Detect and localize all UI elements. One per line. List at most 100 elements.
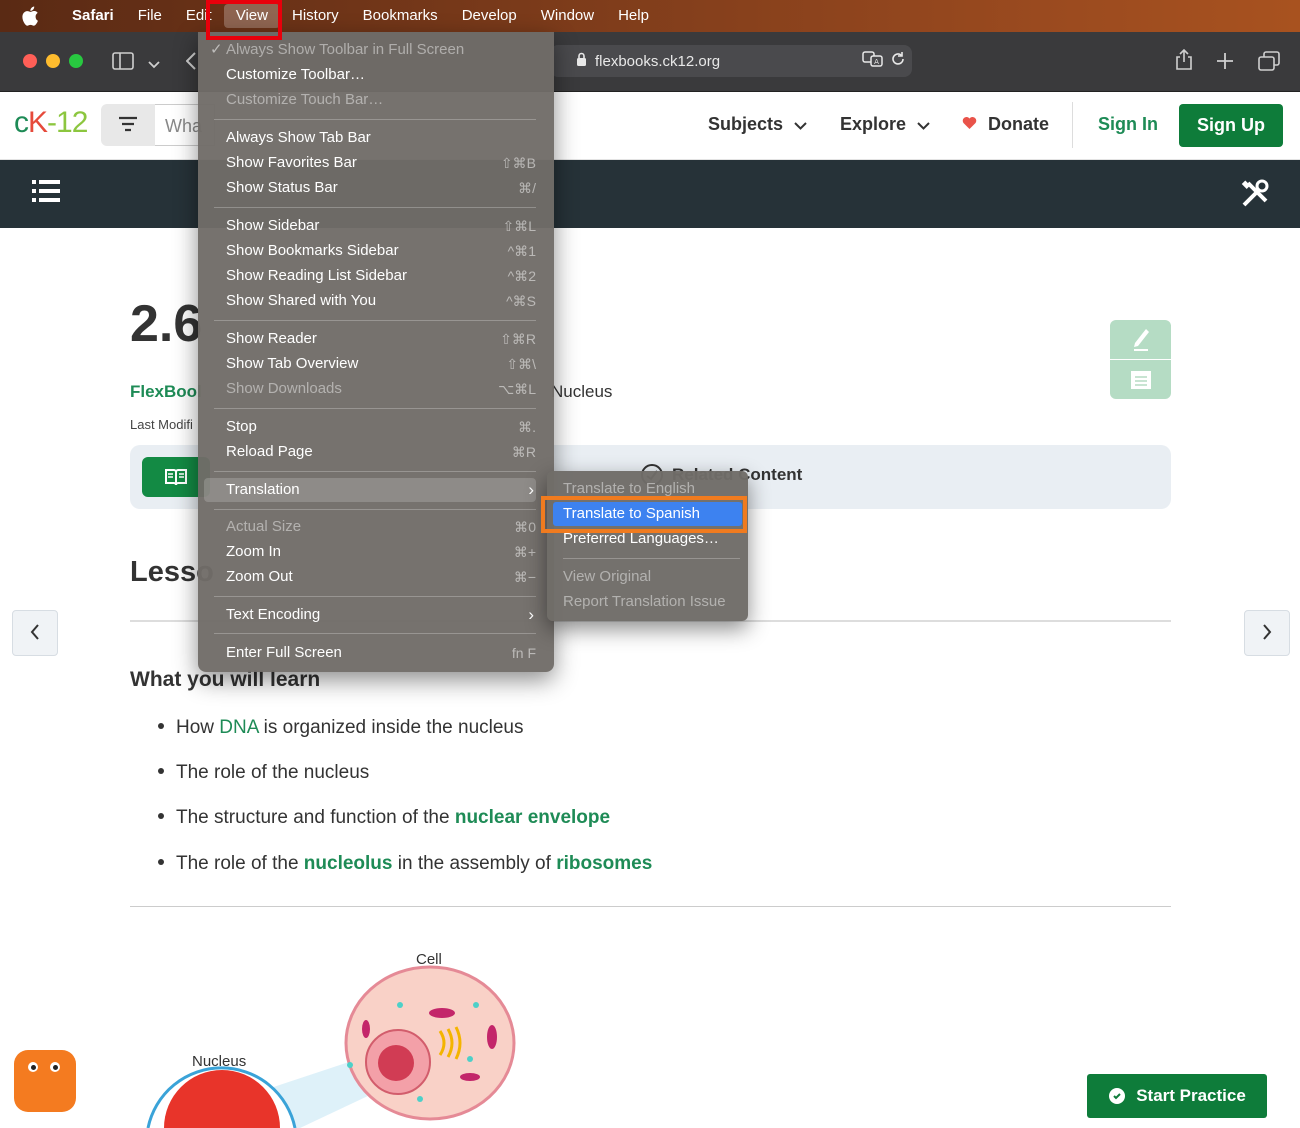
menu-item-show-reading-list-sidebar[interactable]: Show Reading List Sidebar ^⌘2 [204,264,536,288]
list-item: How DNA is organized inside the nucleus [158,717,523,739]
apple-icon[interactable] [22,6,40,26]
lock-icon [576,52,587,71]
chevron-down-icon [794,122,807,130]
page-heading: 2.6 [130,295,203,353]
menu-item-show-tab-overview[interactable]: Show Tab Overview ⇧⌘\ [204,352,536,376]
menu-item-show-bookmarks-sidebar[interactable]: Show Bookmarks Sidebar ^⌘1 [204,239,536,263]
chevron-down-icon[interactable] [148,56,160,74]
zoom-window-button[interactable] [69,54,83,68]
nuclear-envelope-link[interactable]: nuclear envelope [455,807,610,828]
ribosomes-link[interactable]: ribosomes [556,853,652,874]
menu-item-customize-touch-bar[interactable]: Customize Touch Bar… [204,88,536,112]
tools-icon[interactable] [1240,179,1270,214]
pencil-icon[interactable] [1132,328,1150,352]
list-menu-icon[interactable] [32,179,60,208]
list-item: The structure and function of the nuclea… [158,807,610,829]
filter-icon [118,116,138,137]
translate-icon[interactable]: A [862,50,884,72]
donate-link[interactable]: Donate [962,114,1049,135]
menu-item-actual-size[interactable]: Actual Size ⌘0 [204,515,536,539]
cell-diagram [146,965,516,1128]
header-divider [1072,102,1073,148]
menu-item-zoom-out[interactable]: Zoom Out ⌘− [204,565,536,589]
practice-icon [1109,1088,1126,1104]
menu-item-stop[interactable]: Stop ⌘. [204,415,536,439]
new-tab-icon[interactable] [1216,52,1234,75]
url-bar[interactable]: flexbooks.ck12.org A [550,45,912,77]
svg-text:A: A [874,58,879,66]
menu-separator [563,558,740,559]
tab-overview-icon[interactable] [1258,51,1280,76]
menu-separator [214,633,536,634]
explore-menu[interactable]: Explore [840,114,930,135]
sign-in-link[interactable]: Sign In [1098,114,1158,135]
menu-separator [214,408,536,409]
annotation-highlight-view [206,0,282,40]
annotation-tools[interactable] [1110,320,1171,399]
list-item: The role of the nucleus [158,762,369,784]
menu-item-show-sidebar[interactable]: Show Sidebar ⇧⌘L [204,214,536,238]
menu-separator [214,119,536,120]
menu-item-translation[interactable]: Translation › [204,478,536,502]
prev-page-button[interactable] [12,610,58,656]
menu-separator [214,320,536,321]
menu-separator [214,509,536,510]
menu-separator [214,596,536,597]
menu-item-reload-page[interactable]: Reload Page ⌘R [204,440,536,464]
dna-link[interactable]: DNA [219,717,258,738]
filter-button[interactable] [101,104,155,146]
submenu-item-report-translation-issue[interactable]: Report Translation Issue [553,590,742,614]
menu-window[interactable]: Window [529,0,606,32]
list-item: The role of the nucleolus in the assembl… [158,853,652,875]
sidebar-toggle-icon[interactable] [112,52,134,75]
menu-history[interactable]: History [280,0,351,32]
mascot-icon[interactable] [14,1050,76,1112]
book-icon [165,469,187,486]
nucleolus-link[interactable]: nucleolus [304,853,393,874]
menu-item-show-favorites-bar[interactable]: Show Favorites Bar ⇧⌘B [204,151,536,175]
next-page-button[interactable] [1244,610,1290,656]
notes-icon[interactable] [1130,370,1152,390]
menu-item-customize-toolbar[interactable]: Customize Toolbar… [204,63,536,87]
menu-safari[interactable]: Safari [60,0,126,32]
subjects-menu[interactable]: Subjects [708,114,807,135]
lesson-toolbar [0,160,1300,228]
sign-up-button[interactable]: Sign Up [1179,104,1283,147]
annotation-highlight-spanish [541,496,747,533]
checkmark-icon: ✓ [210,41,223,58]
minimize-window-button[interactable] [46,54,60,68]
menu-file[interactable]: File [126,0,174,32]
menu-item-show-shared-with-you[interactable]: Show Shared with You ^⌘S [204,289,536,313]
view-menu-dropdown: ✓ Always Show Toolbar in Full Screen Cust… [198,32,554,672]
menu-item-zoom-in[interactable]: Zoom In ⌘+ [204,540,536,564]
menu-item-show-reader[interactable]: Show Reader ⇧⌘R [204,327,536,351]
share-icon[interactable] [1174,48,1194,76]
reload-icon[interactable] [890,51,906,71]
flexbook-link[interactable]: FlexBool [130,382,202,402]
menu-item-text-encoding[interactable]: Text Encoding › [204,603,536,627]
menu-item-always-show-toolbar[interactable]: ✓ Always Show Toolbar in Full Screen [204,38,536,62]
chevron-left-icon [30,624,39,640]
translation-submenu: Translate to English Translate to Spanis… [547,471,748,621]
menu-separator [214,471,536,472]
last-modified: Last Modifi [130,417,193,432]
chevron-right-icon: › [528,605,534,624]
heart-icon [962,117,977,129]
back-icon[interactable] [185,52,196,75]
breadcrumb-tail: Nucleus [551,382,613,401]
menu-item-show-status-bar[interactable]: Show Status Bar ⌘/ [204,176,536,200]
submenu-item-view-original[interactable]: View Original [553,565,742,589]
menu-separator [214,207,536,208]
menu-item-always-show-tab-bar[interactable]: Always Show Tab Bar [204,126,536,150]
menu-bookmarks[interactable]: Bookmarks [351,0,450,32]
chevron-down-icon [917,122,930,130]
chevron-right-icon: › [528,480,534,499]
menu-item-enter-full-screen[interactable]: Enter Full Screen fn F [204,641,536,665]
ck12-logo[interactable]: cK-12 [14,106,88,140]
close-window-button[interactable] [23,54,37,68]
menu-item-show-downloads[interactable]: Show Downloads ⌥⌘L [204,377,536,401]
menu-help[interactable]: Help [606,0,661,32]
start-practice-button[interactable]: Start Practice [1087,1074,1267,1118]
annotation-divider [1110,359,1171,360]
menu-develop[interactable]: Develop [450,0,529,32]
